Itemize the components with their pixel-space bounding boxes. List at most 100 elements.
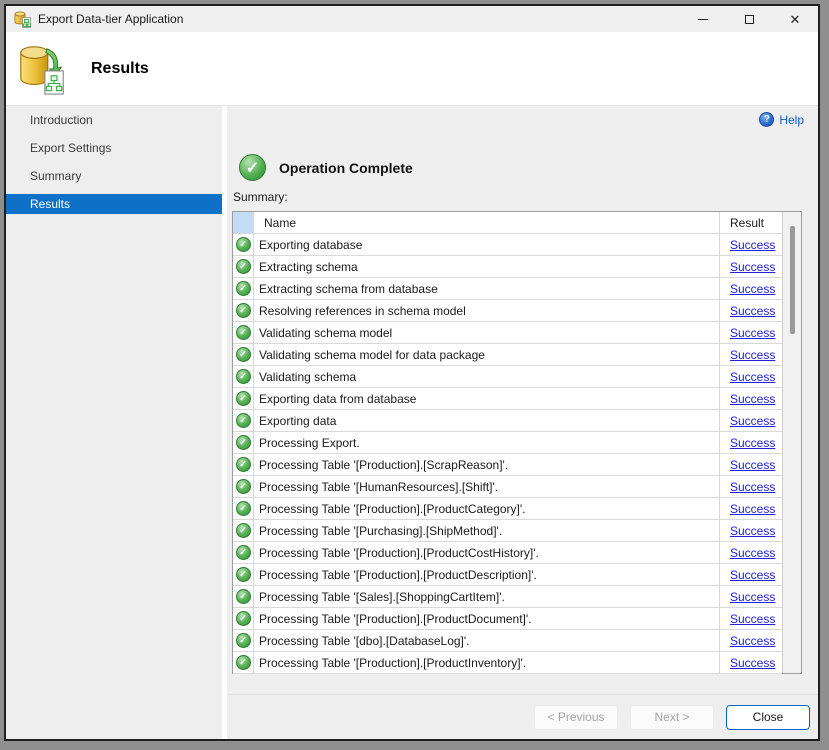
row-result-cell: Success <box>719 498 782 519</box>
success-check-icon: ✓ <box>236 611 251 626</box>
success-link[interactable]: Success <box>730 612 775 626</box>
row-status-cell: ✓ <box>233 366 254 387</box>
table-row[interactable]: ✓ Processing Table '[Production].[Produc… <box>233 652 782 674</box>
row-result-cell: Success <box>719 234 782 255</box>
table-row[interactable]: ✓ Processing Table '[HumanResources].[Sh… <box>233 476 782 498</box>
summary-label: Summary: <box>233 190 288 204</box>
title-bar[interactable]: Export Data-tier Application ✕ <box>6 6 818 32</box>
success-check-icon: ✓ <box>236 655 251 670</box>
table-row[interactable]: ✓ Exporting database Success <box>233 234 782 256</box>
previous-button[interactable]: < Previous <box>534 705 618 730</box>
table-row[interactable]: ✓ Processing Table '[dbo].[DatabaseLog]'… <box>233 630 782 652</box>
row-status-cell: ✓ <box>233 322 254 343</box>
success-check-icon: ✓ <box>236 567 251 582</box>
success-link[interactable]: Success <box>730 282 775 296</box>
row-result-cell: Success <box>719 564 782 585</box>
row-result-cell: Success <box>719 366 782 387</box>
table-row[interactable]: ✓ Validating schema Success <box>233 366 782 388</box>
table-row[interactable]: ✓ Extracting schema Success <box>233 256 782 278</box>
table-row[interactable]: ✓ Processing Export. Success <box>233 432 782 454</box>
maximize-button[interactable] <box>726 6 772 32</box>
minimize-button[interactable] <box>680 6 726 32</box>
row-status-cell: ✓ <box>233 300 254 321</box>
success-link[interactable]: Success <box>730 304 775 318</box>
success-link[interactable]: Success <box>730 502 775 516</box>
success-link[interactable]: Success <box>730 524 775 538</box>
success-link[interactable]: Success <box>730 436 775 450</box>
row-result-cell: Success <box>719 476 782 497</box>
table-row[interactable]: ✓ Extracting schema from database Succes… <box>233 278 782 300</box>
next-button[interactable]: Next > <box>630 705 714 730</box>
row-result-cell: Success <box>719 630 782 651</box>
success-check-icon: ✓ <box>236 347 251 362</box>
table-row[interactable]: ✓ Processing Table '[Sales].[ShoppingCar… <box>233 586 782 608</box>
row-result-cell: Success <box>719 652 782 673</box>
success-link[interactable]: Success <box>730 392 775 406</box>
success-check-icon: ✓ <box>236 303 251 318</box>
close-button[interactable]: Close <box>726 705 810 730</box>
success-link[interactable]: Success <box>730 656 775 670</box>
success-check-icon: ✓ <box>236 501 251 516</box>
task-name: Processing Table '[Production].[ProductC… <box>254 498 719 519</box>
table-row[interactable]: ✓ Processing Table '[Production].[ScrapR… <box>233 454 782 476</box>
task-name: Processing Table '[Sales].[ShoppingCartI… <box>254 586 719 607</box>
success-check-icon: ✓ <box>236 633 251 648</box>
row-result-cell: Success <box>719 388 782 409</box>
row-status-cell: ✓ <box>233 278 254 299</box>
wizard-footer: < Previous Next > Close <box>227 694 818 739</box>
table-row[interactable]: ✓ Processing Table '[Production].[Produc… <box>233 564 782 586</box>
row-result-cell: Success <box>719 278 782 299</box>
success-link[interactable]: Success <box>730 370 775 384</box>
row-status-cell: ✓ <box>233 652 254 673</box>
vertical-scrollbar-track[interactable] <box>782 212 801 673</box>
success-link[interactable]: Success <box>730 546 775 560</box>
sidebar-item-results[interactable]: Results <box>6 190 222 218</box>
row-result-cell: Success <box>719 542 782 563</box>
table-row[interactable]: ✓ Resolving references in schema model S… <box>233 300 782 322</box>
row-result-cell: Success <box>719 344 782 365</box>
table-row[interactable]: ✓ Processing Table '[Production].[Produc… <box>233 608 782 630</box>
success-link[interactable]: Success <box>730 568 775 582</box>
row-result-cell: Success <box>719 520 782 541</box>
task-name: Processing Table '[HumanResources].[Shif… <box>254 476 719 497</box>
sidebar-item-export-settings[interactable]: Export Settings <box>6 134 222 162</box>
help-link[interactable]: ? Help <box>759 112 804 127</box>
results-table-body: ✓ Exporting database Success ✓ Extractin… <box>233 234 782 674</box>
row-status-cell: ✓ <box>233 234 254 255</box>
success-link[interactable]: Success <box>730 458 775 472</box>
sidebar-item-summary[interactable]: Summary <box>6 162 222 190</box>
table-row[interactable]: ✓ Processing Table '[Production].[Produc… <box>233 542 782 564</box>
task-name: Extracting schema from database <box>254 278 719 299</box>
row-result-cell: Success <box>719 586 782 607</box>
row-status-cell: ✓ <box>233 476 254 497</box>
success-link[interactable]: Success <box>730 634 775 648</box>
success-link[interactable]: Success <box>730 480 775 494</box>
table-row[interactable]: ✓ Validating schema model for data packa… <box>233 344 782 366</box>
success-check-icon: ✓ <box>236 479 251 494</box>
table-row[interactable]: ✓ Validating schema model Success <box>233 322 782 344</box>
success-check-icon: ✓ <box>236 369 251 384</box>
table-row[interactable]: ✓ Processing Table '[Production].[Produc… <box>233 498 782 520</box>
task-name: Processing Table '[dbo].[DatabaseLog]'. <box>254 630 719 651</box>
results-table: Name Result ✓ Exporting database Success… <box>232 211 802 674</box>
row-status-cell: ✓ <box>233 498 254 519</box>
close-window-button[interactable]: ✕ <box>772 6 818 32</box>
success-check-icon: ✓ <box>236 413 251 428</box>
sidebar-item-introduction[interactable]: Introduction <box>6 106 222 134</box>
table-row[interactable]: ✓ Processing Table '[Purchasing].[ShipMe… <box>233 520 782 542</box>
success-link[interactable]: Success <box>730 348 775 362</box>
row-status-cell: ✓ <box>233 410 254 431</box>
vertical-scrollbar-thumb[interactable] <box>790 226 795 334</box>
success-link[interactable]: Success <box>730 590 775 604</box>
success-link[interactable]: Success <box>730 260 775 274</box>
operation-status: ✓ Operation Complete <box>239 154 413 181</box>
table-row[interactable]: ✓ Exporting data Success <box>233 410 782 432</box>
success-link[interactable]: Success <box>730 326 775 340</box>
task-name: Processing Table '[Production].[ProductD… <box>254 608 719 629</box>
success-link[interactable]: Success <box>730 238 775 252</box>
table-row[interactable]: ✓ Exporting data from database Success <box>233 388 782 410</box>
window-title: Export Data-tier Application <box>38 12 680 26</box>
success-link[interactable]: Success <box>730 414 775 428</box>
table-header-row: Name Result <box>233 212 782 234</box>
help-label: Help <box>779 113 804 127</box>
